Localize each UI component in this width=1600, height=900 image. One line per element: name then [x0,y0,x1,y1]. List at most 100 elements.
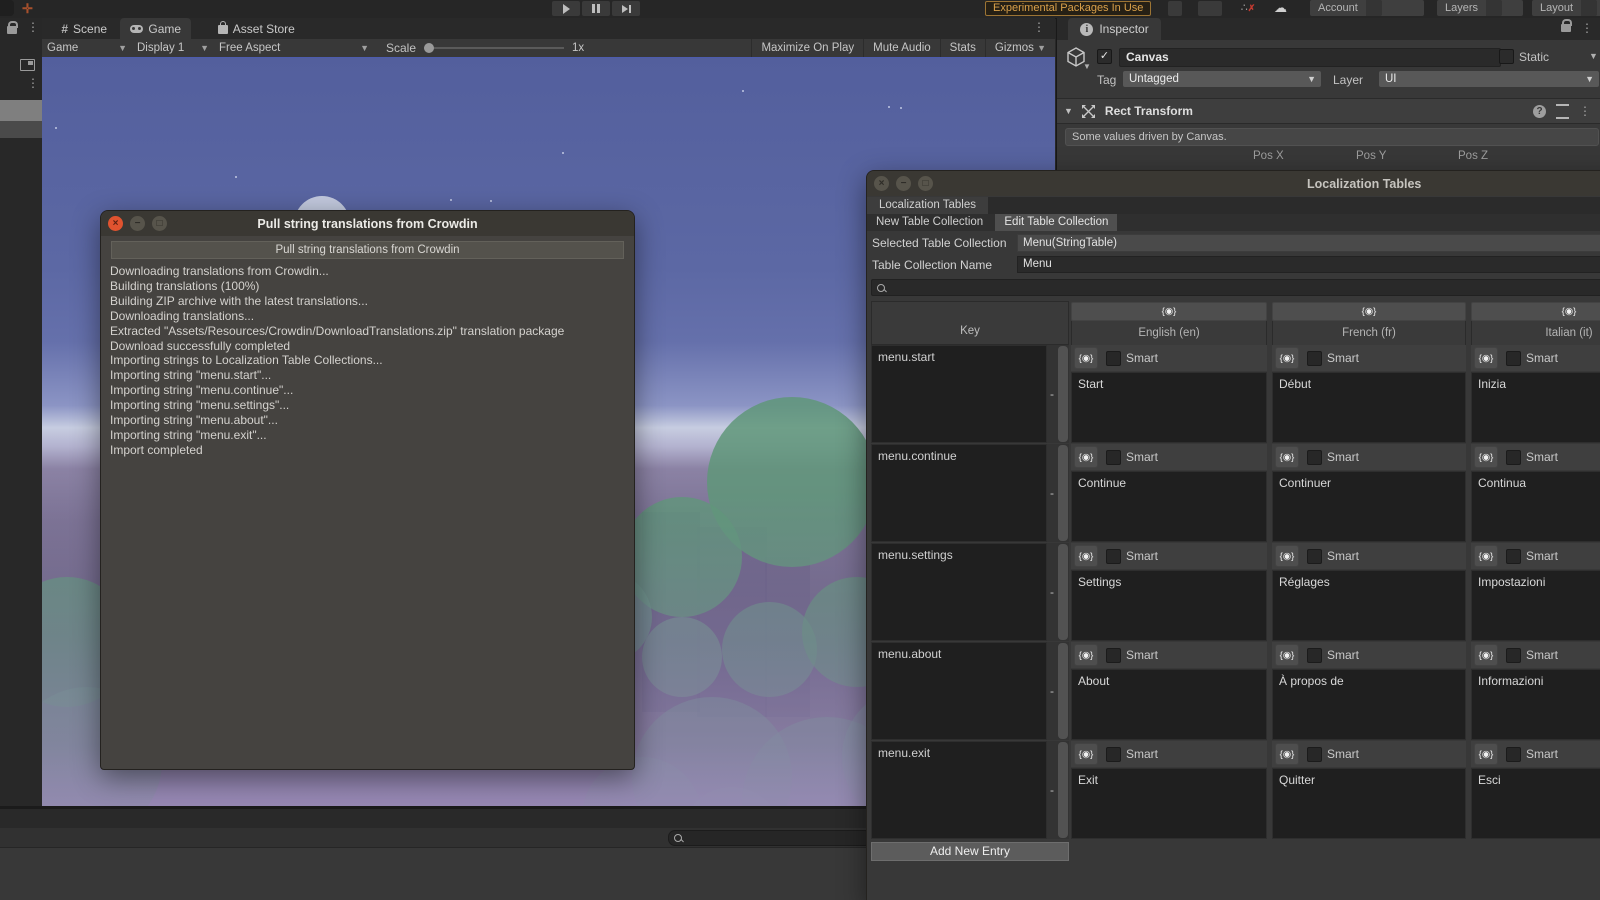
display-target-dropdown[interactable]: Game ▼ [42,39,132,57]
stats-toggle[interactable]: Stats [939,39,985,57]
metadata-pin-icon[interactable]: {◉} [1074,545,1098,567]
row-handle[interactable]: - [1047,444,1069,542]
translation-input[interactable]: About [1071,669,1267,740]
key-cell[interactable]: menu.exit [871,741,1047,839]
table-search-input[interactable] [871,279,1600,296]
metadata-pin-icon[interactable]: {◉} [1474,743,1498,765]
inspector-lock-icon[interactable] [1561,19,1572,32]
translation-input[interactable]: À propos de [1272,669,1466,740]
metadata-pin-icon[interactable]: {◉} [1074,743,1098,765]
selected-collection-field[interactable]: Menu(StringTable) [1017,234,1600,252]
new-table-collection-button[interactable]: New Table Collection [867,214,992,231]
preview-packages-button[interactable] [1198,1,1222,16]
smart-checkbox[interactable] [1106,548,1121,564]
translation-input[interactable]: Continue [1071,471,1267,542]
localization-titlebar[interactable]: × − □ Localization Tables [867,171,1600,196]
minimize-button[interactable]: − [896,176,911,191]
smart-checkbox[interactable] [1307,350,1322,366]
tag-dropdown[interactable]: Untagged ▼ [1123,71,1321,87]
smart-checkbox[interactable] [1506,350,1521,366]
component-menu-icon[interactable]: ⋮ [1579,105,1591,117]
step-button[interactable] [612,1,640,16]
help-icon[interactable]: ? [1533,104,1546,118]
scale-slider-knob[interactable] [424,43,435,53]
kebab-menu-icon[interactable]: ⋮ [27,21,39,33]
remove-entry-button[interactable]: - [1050,684,1054,698]
foldout-arrow[interactable]: ▼ [1064,106,1073,116]
key-cell[interactable]: menu.about [871,642,1047,740]
smart-checkbox[interactable] [1307,746,1322,762]
inspector-menu-icon[interactable]: ⋮ [1581,22,1593,34]
maximize-button[interactable]: □ [918,176,933,191]
metadata-pin-icon[interactable]: {◉} [1275,743,1299,765]
play-button[interactable] [552,1,580,16]
metadata-pin-icon[interactable]: {◉} [1474,545,1498,567]
presets-icon[interactable] [1556,104,1569,119]
smart-checkbox[interactable] [1106,449,1121,465]
static-checkbox[interactable] [1499,49,1514,64]
row-scroll-handle[interactable] [1058,544,1068,640]
experimental-packages-badge[interactable]: Experimental Packages In Use [985,1,1152,16]
column-header-english[interactable]: {◉} English (en) [1071,301,1267,346]
object-name-field[interactable]: Canvas [1119,48,1501,67]
row-scroll-handle[interactable] [1058,445,1068,541]
smart-checkbox[interactable] [1106,746,1121,762]
active-checkbox[interactable]: ✓ [1097,49,1112,64]
transform-tool-icon[interactable]: ✛ [22,1,33,17]
collection-name-input[interactable]: Menu [1017,256,1600,273]
crowdin-titlebar[interactable]: × − □ Pull string translations from Crow… [101,211,634,236]
aspect-dropdown[interactable]: Free Aspect ▼ [214,39,374,57]
cube-dropdown-arrow[interactable]: ▼ [1083,62,1091,71]
metadata-pin-icon[interactable]: {◉} [1275,545,1299,567]
translation-input[interactable]: Inizia [1471,372,1600,443]
row-handle[interactable]: - [1047,741,1069,839]
remove-entry-button[interactable]: - [1050,486,1054,500]
metadata-pin-icon[interactable]: {◉} [1275,446,1299,468]
smart-checkbox[interactable] [1106,647,1121,663]
smart-checkbox[interactable] [1506,548,1521,564]
maximize-on-play-toggle[interactable]: Maximize On Play [751,39,863,57]
tab-asset-store[interactable]: Asset Store [208,18,305,39]
row-scroll-handle[interactable] [1058,346,1068,442]
collab-icon[interactable]: ∴✗ [1238,0,1258,16]
tab-game[interactable]: Game [120,18,192,39]
lock-icon[interactable] [7,21,18,34]
mute-audio-toggle[interactable]: Mute Audio [863,39,940,57]
column-metadata-button[interactable]: {◉} [1071,302,1267,321]
key-cell[interactable]: menu.continue [871,444,1047,542]
experimental-badge-dropdown[interactable] [1168,1,1182,16]
rect-transform-header[interactable]: ▼ Rect Transform ? ⋮ [1057,98,1600,124]
pull-translations-button[interactable]: Pull string translations from Crowdin [111,241,624,259]
smart-checkbox[interactable] [1106,350,1121,366]
metadata-pin-icon[interactable]: {◉} [1074,347,1098,369]
kebab-menu-icon[interactable]: ⋮ [27,77,39,89]
edit-table-collection-button[interactable]: Edit Table Collection [995,214,1118,231]
window-icon[interactable] [20,59,35,71]
smart-checkbox[interactable] [1506,449,1521,465]
metadata-pin-icon[interactable]: {◉} [1474,347,1498,369]
remove-entry-button[interactable]: - [1050,783,1054,797]
metadata-pin-icon[interactable]: {◉} [1474,644,1498,666]
translation-input[interactable]: Exit [1071,768,1267,839]
smart-checkbox[interactable] [1307,449,1322,465]
row-handle[interactable]: - [1047,642,1069,740]
layout-dropdown[interactable]: Layout [1532,0,1600,16]
pause-button[interactable] [582,1,610,16]
close-button[interactable]: × [874,176,889,191]
key-cell[interactable]: menu.start [871,345,1047,443]
tab-inspector[interactable]: i Inspector [1068,18,1161,40]
add-new-entry-button[interactable]: Add New Entry [871,842,1069,861]
metadata-pin-icon[interactable]: {◉} [1275,644,1299,666]
metadata-pin-icon[interactable]: {◉} [1474,446,1498,468]
translation-input[interactable]: Réglages [1272,570,1466,641]
translation-input[interactable]: Impostazioni [1471,570,1600,641]
translation-input[interactable]: Début [1272,372,1466,443]
row-handle[interactable]: - [1047,345,1069,443]
column-header-french[interactable]: {◉} French (fr) [1272,301,1466,346]
column-metadata-button[interactable]: {◉} [1471,302,1600,321]
smart-checkbox[interactable] [1307,548,1322,564]
smart-checkbox[interactable] [1506,746,1521,762]
metadata-pin-icon[interactable]: {◉} [1275,347,1299,369]
layer-dropdown[interactable]: UI ▼ [1379,71,1599,87]
row-scroll-handle[interactable] [1058,643,1068,739]
